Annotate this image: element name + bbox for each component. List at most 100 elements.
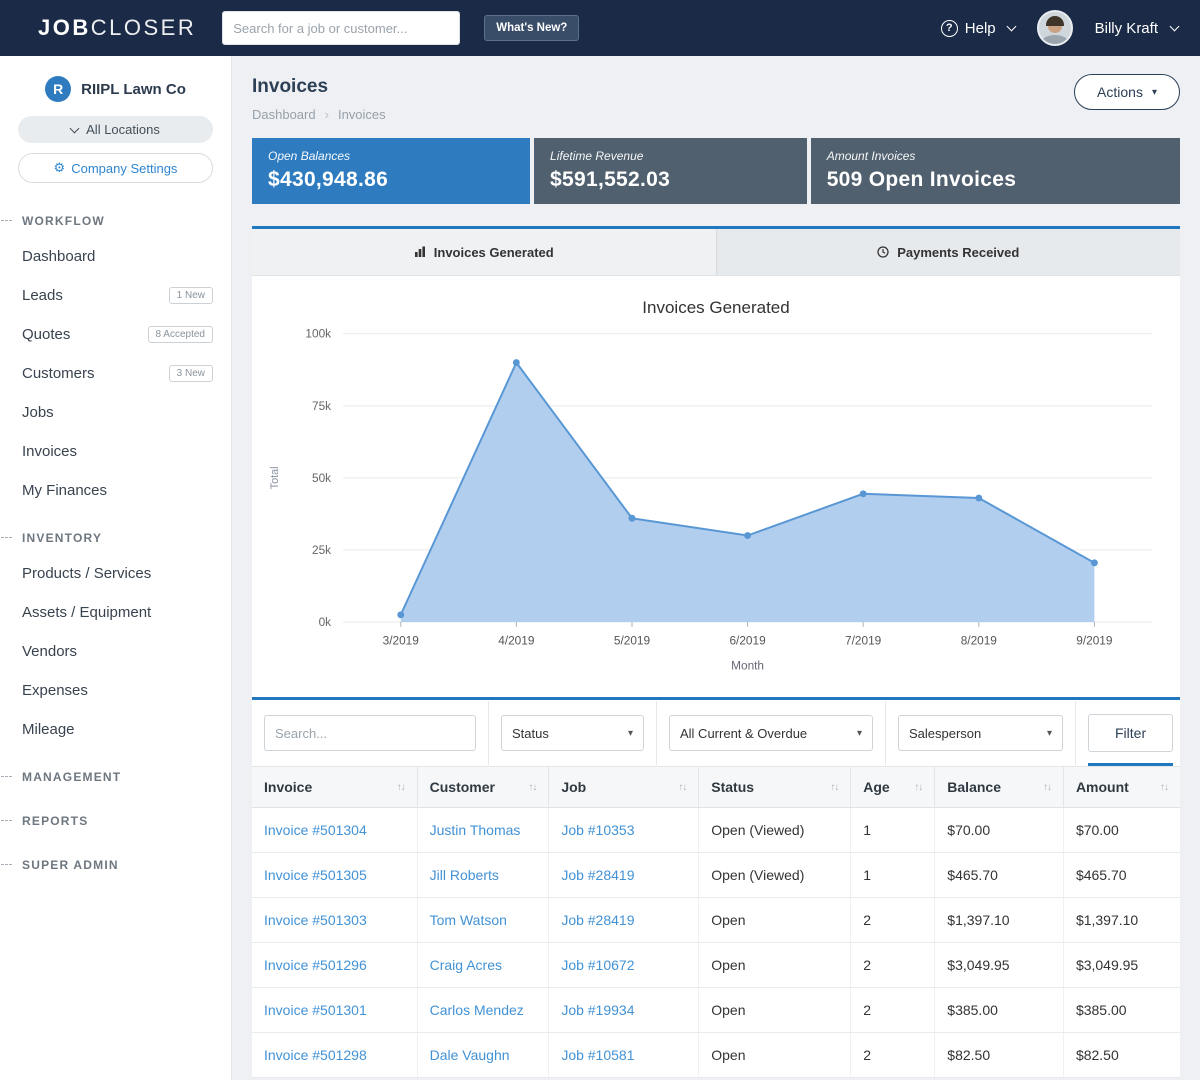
section-tick-icon [1, 537, 12, 538]
table-card: Status ▾ All Current & Overdue ▾ Salespe… [252, 700, 1180, 1078]
sidebar-item-leads[interactable]: Leads1 New [0, 276, 231, 315]
column-header-job[interactable]: Job↑↓ [549, 767, 699, 808]
user-menu[interactable]: Billy Kraft [1095, 20, 1178, 37]
invoice-link[interactable]: Invoice #501296 [264, 957, 367, 973]
invoice-link[interactable]: Invoice #501303 [264, 912, 367, 928]
sidebar-item-products-services[interactable]: Products / Services [0, 554, 231, 593]
section-label: MANAGEMENT [22, 770, 121, 784]
age-cell: 2 [851, 988, 935, 1033]
job-link[interactable]: Job #10672 [561, 957, 634, 973]
tab-invoices-generated[interactable]: Invoices Generated [252, 229, 717, 275]
app-logo[interactable]: JOBCLOSER [38, 15, 196, 41]
column-header-status[interactable]: Status↑↓ [699, 767, 851, 808]
job-link[interactable]: Job #10581 [561, 1047, 634, 1063]
customer-link[interactable]: Jill Roberts [430, 867, 499, 883]
sidebar-item-jobs[interactable]: Jobs [0, 393, 231, 432]
customer-link[interactable]: Justin Thomas [430, 822, 521, 838]
avatar[interactable] [1037, 10, 1073, 46]
current-overdue-select[interactable]: All Current & Overdue ▾ [669, 715, 873, 751]
job-link[interactable]: Job #10353 [561, 822, 634, 838]
invoices-table-body: Invoice #501304 Justin Thomas Job #10353 Op… [252, 808, 1180, 1078]
chart-title: Invoices Generated [262, 298, 1170, 318]
invoice-link[interactable]: Invoice #501298 [264, 1047, 367, 1063]
customer-link[interactable]: Carlos Mendez [430, 1002, 524, 1018]
amount-cell: $385.00 [1063, 988, 1180, 1033]
locations-dropdown[interactable]: All Locations [18, 116, 213, 143]
invoice-link[interactable]: Invoice #501305 [264, 867, 367, 883]
sidebar-item-expenses[interactable]: Expenses [0, 671, 231, 710]
sidebar-section-management[interactable]: MANAGEMENT [0, 755, 231, 793]
svg-text:50k: 50k [312, 471, 331, 485]
sidebar-section-reports[interactable]: REPORTS [0, 799, 231, 837]
sidebar-section-super-admin[interactable]: SUPER ADMIN [0, 843, 231, 881]
customer-link[interactable]: Tom Watson [430, 912, 507, 928]
sidebar-badge: 3 New [169, 365, 213, 382]
sidebar-item-assets-equipment[interactable]: Assets / Equipment [0, 593, 231, 632]
svg-text:Total: Total [269, 466, 281, 489]
sidebar-item-quotes[interactable]: Quotes8 Accepted [0, 315, 231, 354]
column-header-customer[interactable]: Customer↑↓ [417, 767, 549, 808]
section-tick-icon [1, 220, 12, 221]
sort-icon: ↑↓ [1043, 782, 1051, 793]
column-header-age[interactable]: Age↑↓ [851, 767, 935, 808]
help-menu[interactable]: ? Help [941, 20, 1015, 37]
stat-value: $430,948.86 [268, 168, 514, 192]
customer-link[interactable]: Craig Acres [430, 957, 502, 973]
sidebar-item-invoices[interactable]: Invoices [0, 432, 231, 471]
main-content: Invoices Dashboard›Invoices Actions ▾ Op… [232, 56, 1200, 1080]
help-label: Help [965, 20, 996, 37]
column-header-amount[interactable]: Amount↑↓ [1063, 767, 1180, 808]
actions-button[interactable]: Actions ▾ [1074, 74, 1180, 110]
breadcrumb-dashboard[interactable]: Dashboard [252, 107, 316, 122]
column-header-balance[interactable]: Balance↑↓ [935, 767, 1064, 808]
customer-link[interactable]: Dale Vaughn [430, 1047, 510, 1063]
status-select[interactable]: Status ▾ [501, 715, 644, 751]
balance-cell: $70.00 [935, 808, 1064, 853]
whats-new-button[interactable]: What's New? [484, 15, 579, 41]
svg-text:100k: 100k [305, 327, 331, 341]
sidebar-item-label: Products / Services [22, 565, 151, 582]
column-header-invoice[interactable]: Invoice↑↓ [252, 767, 417, 808]
age-cell: 2 [851, 943, 935, 988]
sidebar-item-vendors[interactable]: Vendors [0, 632, 231, 671]
job-link[interactable]: Job #28419 [561, 867, 634, 883]
tab-payments-received[interactable]: Payments Received [717, 229, 1181, 275]
caret-down-icon: ▾ [857, 728, 862, 739]
section-label: INVENTORY [22, 531, 102, 545]
status-cell: Open [699, 988, 851, 1033]
sidebar-item-customers[interactable]: Customers3 New [0, 354, 231, 393]
company-switcher[interactable]: R RIIPL Lawn Co [0, 76, 231, 102]
sidebar: R RIIPL Lawn Co All Locations ⚙ Company … [0, 56, 232, 1080]
svg-text:5/2019: 5/2019 [614, 634, 651, 648]
section-tick-icon [1, 820, 12, 821]
customer-cell: Carlos Mendez [417, 988, 549, 1033]
section-label: WORKFLOW [22, 214, 105, 228]
title-block: Invoices Dashboard›Invoices [252, 74, 386, 122]
svg-text:25k: 25k [312, 543, 331, 557]
company-settings-button[interactable]: ⚙ Company Settings [18, 153, 213, 183]
salesperson-select[interactable]: Salesperson ▾ [898, 715, 1063, 751]
job-link[interactable]: Job #28419 [561, 912, 634, 928]
table-search-input[interactable] [264, 715, 476, 751]
chevron-down-icon [70, 123, 80, 133]
column-label: Age [863, 779, 889, 795]
global-search-input[interactable] [222, 11, 460, 45]
job-link[interactable]: Job #19934 [561, 1002, 634, 1018]
current-overdue-value: All Current & Overdue [680, 726, 807, 741]
column-label: Amount [1076, 779, 1129, 795]
sidebar-item-dashboard[interactable]: Dashboard [0, 237, 231, 276]
sidebar-item-my-finances[interactable]: My Finances [0, 471, 231, 510]
filter-button[interactable]: Filter [1088, 714, 1173, 752]
amount-cell: $70.00 [1063, 808, 1180, 853]
table-row: Invoice #501301 Carlos Mendez Job #19934 Op… [252, 988, 1180, 1033]
invoice-link[interactable]: Invoice #501304 [264, 822, 367, 838]
sidebar-section-inventory[interactable]: INVENTORY [0, 516, 231, 554]
table-row: Invoice #501298Dale VaughnJob #10581Open… [252, 1033, 1180, 1078]
sidebar-item-mileage[interactable]: Mileage [0, 710, 231, 749]
stat-value: $591,552.03 [550, 168, 791, 192]
status-cell: Open (Viewed) [699, 808, 851, 853]
invoice-link[interactable]: Invoice #501301 [264, 1002, 367, 1018]
salesperson-select-value: Salesperson [909, 726, 981, 741]
sidebar-section-workflow[interactable]: WORKFLOW [0, 199, 231, 237]
logo-bold-text: JOB [38, 15, 91, 41]
